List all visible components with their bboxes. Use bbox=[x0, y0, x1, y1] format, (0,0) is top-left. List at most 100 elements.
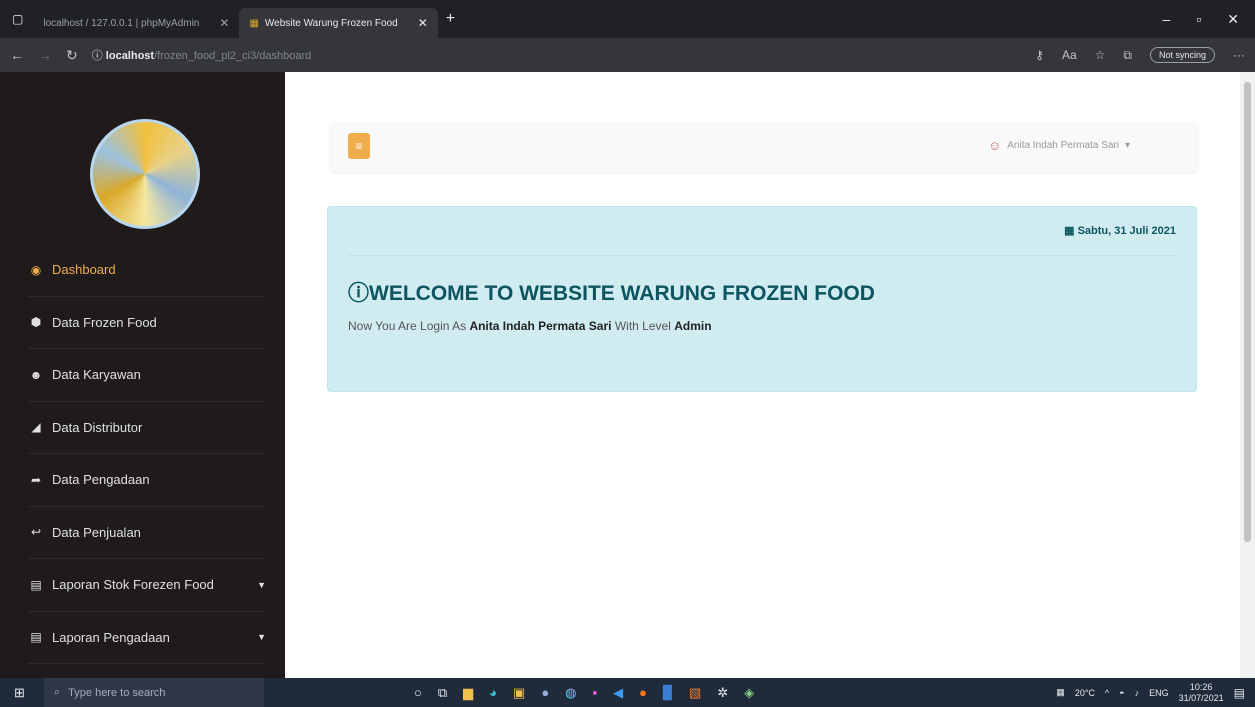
tab-label: localhost / 127.0.0.1 | phpMyAdmin bbox=[43, 17, 200, 29]
sidebar-item-data-penjualan[interactable]: ↩ Data Penjualan bbox=[28, 507, 266, 559]
firefox-icon[interactable]: ● bbox=[639, 685, 647, 701]
message-prefix: Now You Are Login As bbox=[348, 319, 467, 333]
url-field[interactable]: ⓘ localhost/frozen_food_pl2_ci3/dashboar… bbox=[92, 47, 312, 63]
top-navbar: ≡ ☺ Anita Indah Permata Sari ▾ bbox=[330, 122, 1198, 172]
paint-icon[interactable]: ◈ bbox=[744, 685, 754, 701]
calendar-icon: ▦ bbox=[1064, 225, 1075, 237]
url-path: /frozen_food_pl2_ci3/dashboard bbox=[154, 50, 312, 62]
info-circle-icon: ⓘ bbox=[348, 282, 369, 305]
info-icon: ⓘ bbox=[91, 50, 103, 62]
xampp-icon[interactable]: ▧ bbox=[689, 685, 701, 701]
sidebar-item-label: Data Penjualan bbox=[52, 524, 141, 540]
file-explorer-icon[interactable]: ▆ bbox=[463, 685, 473, 701]
new-tab-icon[interactable]: + bbox=[446, 10, 455, 28]
sidebar-item-laporan-pengadaan[interactable]: ▤ Laporan Pengadaan ▼ bbox=[28, 612, 266, 664]
favicon-icon: ▦ bbox=[249, 17, 259, 29]
sync-button[interactable]: Not syncing bbox=[1149, 47, 1215, 63]
minimize-icon[interactable]: – bbox=[1163, 11, 1171, 28]
word-icon[interactable]: ▉ bbox=[663, 685, 673, 701]
sidebar-item-data-pengadaan[interactable]: ➦ Data Pengadaan bbox=[28, 454, 266, 507]
url-host: localhost bbox=[105, 50, 155, 62]
weather-text[interactable]: 20°C bbox=[1075, 688, 1095, 698]
windows-start-icon[interactable]: ⊞ bbox=[14, 685, 25, 701]
chrome-icon[interactable]: ◍ bbox=[565, 685, 576, 701]
sidebar-nav: ◉ Dashboard ⬢ Data Frozen Food ☻ Data Ka… bbox=[28, 244, 266, 664]
forward-icon[interactable]: → bbox=[38, 47, 52, 63]
sidebar-item-label: Dashboard bbox=[52, 262, 116, 278]
task-view-icon[interactable]: ⧉ bbox=[438, 685, 447, 701]
share-icon: ➦ bbox=[30, 472, 42, 487]
sidebar-item-label: Laporan Pengadaan bbox=[52, 629, 170, 645]
weather-icon[interactable]: ▦ bbox=[1056, 687, 1065, 698]
sidebar-item-laporan-stok[interactable]: ▤ Laporan Stok Forezen Food ▼ bbox=[28, 559, 266, 612]
users-icon: ☻ bbox=[29, 367, 43, 382]
search-icon: ⌕ bbox=[54, 686, 61, 698]
user-name: Anita Indah Permata Sari bbox=[1007, 140, 1119, 151]
vscode-icon[interactable]: ◀ bbox=[613, 685, 623, 701]
back-icon[interactable]: ← bbox=[10, 47, 24, 63]
file-icon: ▤ bbox=[30, 630, 42, 645]
welcome-title-text: WELCOME TO WEBSITE WARUNG FROZEN FOOD bbox=[369, 282, 875, 305]
address-bar: ← → ↻ ⓘ localhost/frozen_food_pl2_ci3/da… bbox=[0, 38, 1255, 72]
favorites-icon[interactable]: ☆ bbox=[1095, 48, 1106, 62]
settings-icon[interactable]: ✲ bbox=[717, 685, 728, 701]
notifications-icon[interactable]: ▤ bbox=[1234, 686, 1245, 700]
sidebar-item-data-karyawan[interactable]: ☻ Data Karyawan bbox=[28, 349, 266, 402]
cortana-icon[interactable]: ○ bbox=[414, 685, 422, 701]
page-scrollbar[interactable] bbox=[1240, 72, 1255, 678]
login-name: Anita Indah Permata Sari bbox=[469, 319, 612, 333]
clock[interactable]: 10:26 31/07/2021 bbox=[1179, 682, 1224, 704]
divider bbox=[348, 255, 1176, 256]
tab-actions-icon[interactable]: ▢ bbox=[12, 12, 23, 26]
key-icon[interactable]: ⚷ bbox=[1035, 48, 1044, 62]
clock-time: 10:26 bbox=[1189, 681, 1213, 692]
sidebar-item-label: Data Distributor bbox=[52, 419, 143, 435]
edge-icon[interactable]: ◕ bbox=[489, 685, 497, 701]
collections-icon[interactable]: ⧉ bbox=[1123, 48, 1132, 63]
reload-icon[interactable]: ↻ bbox=[66, 47, 78, 64]
close-tab-icon[interactable]: ✕ bbox=[219, 16, 229, 30]
sidebar-item-label: Data Pengadaan bbox=[52, 472, 150, 488]
language-indicator[interactable]: ENG bbox=[1149, 688, 1169, 698]
caret-down-icon: ▾ bbox=[1124, 140, 1130, 151]
user-icon: ☺ bbox=[987, 138, 1002, 153]
tab-phpmyadmin[interactable]: localhost / 127.0.0.1 | phpMyAdmin ✕ bbox=[33, 8, 239, 38]
close-tab-icon[interactable]: ✕ bbox=[418, 16, 428, 30]
taskbar-search-input[interactable]: ⌕ Type here to search bbox=[44, 678, 264, 707]
car-icon: ◢ bbox=[31, 420, 41, 435]
cubes-icon: ⬢ bbox=[30, 315, 42, 330]
app-icon[interactable]: ● bbox=[541, 685, 549, 701]
main-content: ≡ ☺ Anita Indah Permata Sari ▾ ▦ Sabtu, … bbox=[285, 72, 1240, 678]
more-icon[interactable]: ··· bbox=[1233, 48, 1245, 62]
sidebar-item-data-frozen-food[interactable]: ⬢ Data Frozen Food bbox=[28, 297, 266, 349]
sidebar-item-label: Laporan Stok Forezen Food bbox=[52, 577, 214, 593]
system-tray: ▦ 20°C ^ ◓ ♪ ENG 10:26 31/07/2021 ▤ bbox=[1056, 682, 1255, 704]
welcome-message: Now You Are Login As Anita Indah Permata… bbox=[348, 319, 712, 333]
reply-icon: ↩ bbox=[30, 525, 42, 540]
read-aloud-icon[interactable]: Aa bbox=[1062, 48, 1077, 62]
date-text: Sabtu, 31 Juli 2021 bbox=[1077, 225, 1176, 237]
xd-icon[interactable]: ▪ bbox=[593, 685, 598, 701]
maximize-icon[interactable]: ▫ bbox=[1196, 11, 1201, 28]
sidebar-item-dashboard[interactable]: ◉ Dashboard bbox=[28, 244, 266, 297]
tab-warung-frozen-food[interactable]: ▦ Website Warung Frozen Food ✕ bbox=[239, 8, 438, 38]
close-window-icon[interactable]: ✕ bbox=[1227, 11, 1239, 28]
volume-icon[interactable]: ♪ bbox=[1135, 688, 1140, 698]
scrollbar-thumb[interactable] bbox=[1244, 82, 1251, 542]
clock-date: 31/07/2021 bbox=[1178, 692, 1224, 703]
message-mid: With Level bbox=[614, 319, 671, 333]
search-placeholder: Type here to search bbox=[68, 686, 166, 699]
user-menu[interactable]: ☺ Anita Indah Permata Sari ▾ bbox=[988, 138, 1130, 153]
sidebar-item-data-distributor[interactable]: ◢ Data Distributor bbox=[28, 402, 266, 454]
sidebar-toggle-button[interactable]: ≡ bbox=[348, 133, 370, 159]
sidebar-item-label: Data Frozen Food bbox=[52, 314, 157, 330]
sidebar: ◉ Dashboard ⬢ Data Frozen Food ☻ Data Ka… bbox=[0, 72, 285, 678]
welcome-alert: ▦ Sabtu, 31 Juli 2021 ⓘWELCOME TO WEBSIT… bbox=[327, 206, 1197, 392]
windows-taskbar: ⊞ ⌕ Type here to search ○ ⧉ ▆ ◕ ▣ ● ◍ ▪ … bbox=[0, 678, 1255, 707]
caret-down-icon: ▼ bbox=[257, 632, 266, 643]
network-icon[interactable]: ◓ bbox=[1119, 688, 1124, 698]
taskbar-apps: ○ ⧉ ▆ ◕ ▣ ● ◍ ▪ ◀ ● ▉ ▧ ✲ ◈ bbox=[414, 685, 754, 701]
login-level: Admin bbox=[674, 319, 712, 333]
tray-chevron-icon[interactable]: ^ bbox=[1105, 688, 1109, 698]
store-icon[interactable]: ▣ bbox=[513, 685, 525, 701]
